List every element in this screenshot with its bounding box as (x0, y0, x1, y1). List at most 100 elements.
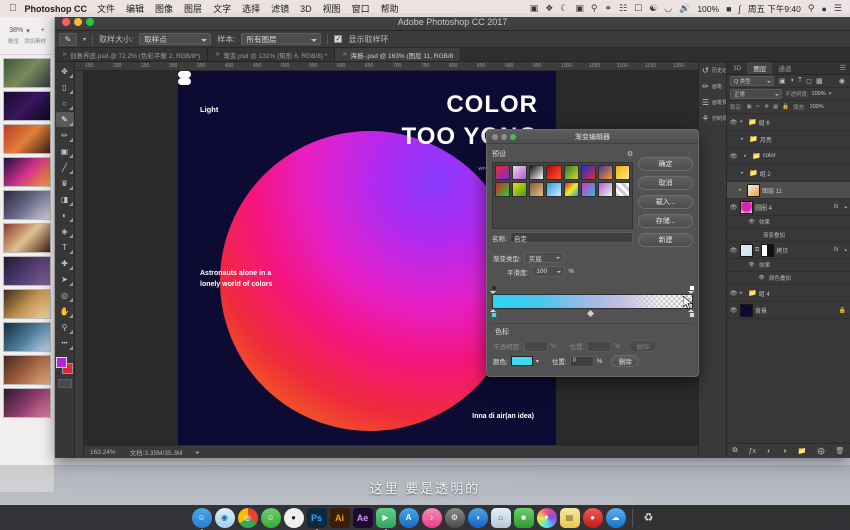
menu-file[interactable]: 文件 (97, 2, 115, 15)
lasso-tool[interactable]: ○ (56, 96, 74, 111)
bluetooth-icon[interactable]: ☯ (649, 3, 657, 14)
stamp-tool[interactable]: ♛ (56, 176, 74, 191)
chevron-right-icon[interactable]: ▸ (739, 187, 745, 193)
link-icon[interactable]: ⧉ (755, 247, 759, 254)
delete-color-stop-button[interactable]: 删除 (611, 355, 640, 367)
table-row[interactable]: 👁 效果 (727, 259, 850, 272)
preset-swatch[interactable] (597, 182, 614, 197)
menubar-app-name[interactable]: Photoshop CC (25, 4, 88, 14)
shield-icon[interactable]: ⚲ (591, 3, 598, 14)
preset-swatch[interactable] (615, 165, 631, 180)
list-item[interactable] (3, 388, 51, 418)
table-row[interactable]: ▸ 图层 11 (727, 182, 850, 199)
table-row[interactable]: ▸ 📁 月亮 (727, 131, 850, 148)
color-swatches[interactable] (56, 357, 73, 374)
lock-transparent-icon[interactable]: ▣ (747, 104, 752, 110)
preset-swatch[interactable] (529, 165, 545, 180)
panel-icon-brush[interactable]: ✏ 画笔 (699, 82, 722, 91)
gradient-type-select[interactable]: 实底 (523, 252, 564, 263)
layer-list[interactable]: 👁 ▾ 📁 组 6 ▸ 📁 月亮 👁 ▸ 📁 color ▸ 📁 组 2 ▸ 图… (727, 114, 850, 443)
statusbar-chevron-icon[interactable]: ▸ (196, 449, 199, 456)
ok-button[interactable]: 确定 (638, 157, 693, 171)
save-button[interactable]: 存储... (638, 214, 693, 228)
battery-icon[interactable]: ■ (726, 4, 731, 14)
spotlight-icon[interactable]: ⚲ (808, 3, 815, 14)
menubar-clock[interactable]: 周五 下午9:40 (748, 3, 801, 15)
marquee-tool[interactable]: ▯ (56, 80, 74, 95)
add-media-icon[interactable]: + (41, 27, 45, 34)
safari-icon[interactable]: ◉ (214, 507, 235, 528)
eye-icon[interactable]: 👁 (747, 262, 756, 268)
opacity-stop-right[interactable] (688, 285, 695, 294)
filter-type-icon[interactable]: T (798, 77, 802, 85)
move-tool[interactable]: ✥ (56, 64, 74, 79)
gradient-name-input[interactable]: 自定 (509, 232, 634, 243)
eye-icon[interactable]: 👁 (729, 307, 738, 314)
glasses-icon[interactable]: ⚭ (604, 3, 612, 14)
left-app-zoom-row[interactable]: 38% ▾ + (9, 27, 45, 35)
filter-pixel-icon[interactable]: ▣ (779, 77, 786, 85)
pen-tool[interactable]: ✚ (56, 256, 74, 271)
list-item[interactable] (3, 256, 51, 286)
stop-opacity-position-input[interactable] (587, 340, 612, 352)
list-item[interactable] (3, 322, 51, 352)
lock-artboard-icon[interactable]: ▦ (773, 104, 778, 110)
opacity-chevron-icon[interactable]: ▾ (829, 91, 832, 97)
panel-icon-clone-source[interactable]: ⚘ 仿制源 (699, 114, 727, 123)
table-row[interactable]: 👁 颜色叠加 (727, 272, 850, 285)
chevron-down-icon[interactable]: ▾ (740, 119, 746, 125)
table-row[interactable]: ▸ 📁 组 2 (727, 165, 850, 182)
blur-tool[interactable]: ◈ (56, 224, 74, 239)
filter-smart-icon[interactable]: ▩ (816, 77, 823, 85)
menu-select[interactable]: 选择 (242, 2, 260, 15)
load-button[interactable]: 载入... (638, 195, 693, 209)
tab-channels[interactable]: 通道 (772, 62, 797, 74)
sample-size-select[interactable]: 取样点 (139, 33, 212, 45)
menu-3d[interactable]: 3D (300, 4, 312, 14)
eye-icon[interactable]: 👁 (729, 204, 738, 211)
new-button[interactable]: 新建 (638, 233, 693, 247)
preset-swatch[interactable] (563, 182, 579, 197)
list-item[interactable] (3, 124, 51, 154)
preset-swatch[interactable] (597, 165, 614, 180)
preset-swatch[interactable] (512, 165, 528, 180)
table-row[interactable]: 👁 圆圈 4 fx ▴ (727, 199, 850, 216)
tab-document-3[interactable]: ✕ 海报-.psd @ 163% (图层 11, RGB/8 (335, 48, 462, 61)
tool-preset-chevron-icon[interactable]: ▾ (83, 36, 86, 43)
tab-document-2[interactable]: ✕ 渐变.psd @ 131% (矩形 6, RGB/8) * (208, 48, 336, 61)
color-stop-right[interactable] (688, 309, 695, 318)
new-group-icon[interactable]: 📁 (798, 447, 807, 455)
preset-swatch[interactable] (580, 182, 596, 197)
menu-image[interactable]: 图像 (155, 2, 173, 15)
eye-icon[interactable]: 👁 (757, 275, 766, 281)
zoom-tool[interactable]: ⚲ (56, 320, 74, 335)
gradient-editor-dialog[interactable]: 渐变编辑器 预设 ⚙ 名称: 自定 确定 取消 载入... 存储... 新建 渐… (486, 129, 699, 377)
preset-swatch[interactable] (615, 182, 631, 197)
left-app-thumbnail-list[interactable] (0, 55, 54, 492)
preset-swatch[interactable] (529, 182, 545, 197)
illustrator-icon[interactable]: Ai (329, 507, 350, 528)
gradient-editor-titlebar[interactable]: 渐变编辑器 (487, 130, 698, 144)
table-row[interactable]: 渐变叠加 (727, 229, 850, 242)
eye-icon[interactable]: 👁 (729, 153, 738, 160)
hand-tool[interactable]: ✋ (56, 304, 74, 319)
colorwheel-icon[interactable]: ✦ (536, 507, 557, 528)
chevron-right-icon[interactable]: ▸ (741, 136, 747, 142)
appstore-icon[interactable]: A (398, 507, 419, 528)
moon-icon[interactable]: ☾ (560, 3, 568, 14)
table-row[interactable]: 👁 效果 (727, 216, 850, 229)
crop-tool[interactable]: ▣ (56, 144, 74, 159)
opacity-value[interactable]: 100% (812, 91, 826, 97)
blend-mode-select[interactable]: 正常 (730, 89, 782, 99)
panel-menu-icon[interactable]: ☰ (840, 62, 850, 74)
adjustment-layer-icon[interactable]: ◑ (782, 448, 786, 455)
keyboard-icon[interactable]: ☷ (619, 3, 627, 14)
table-row[interactable]: 👁 ⧉ 拷贝 fx ▴ (727, 242, 850, 259)
lock-all-icon[interactable]: 🔒 (782, 104, 789, 110)
presets-grid[interactable] (492, 162, 634, 229)
link-layers-icon[interactable]: ⧉ (733, 447, 738, 455)
airplay-icon[interactable]: ☐ (634, 3, 642, 14)
shape-tool[interactable]: ◎ (56, 288, 74, 303)
lock-image-icon[interactable]: ✏ (756, 104, 761, 110)
filter-shape-icon[interactable]: ◻ (806, 77, 812, 85)
